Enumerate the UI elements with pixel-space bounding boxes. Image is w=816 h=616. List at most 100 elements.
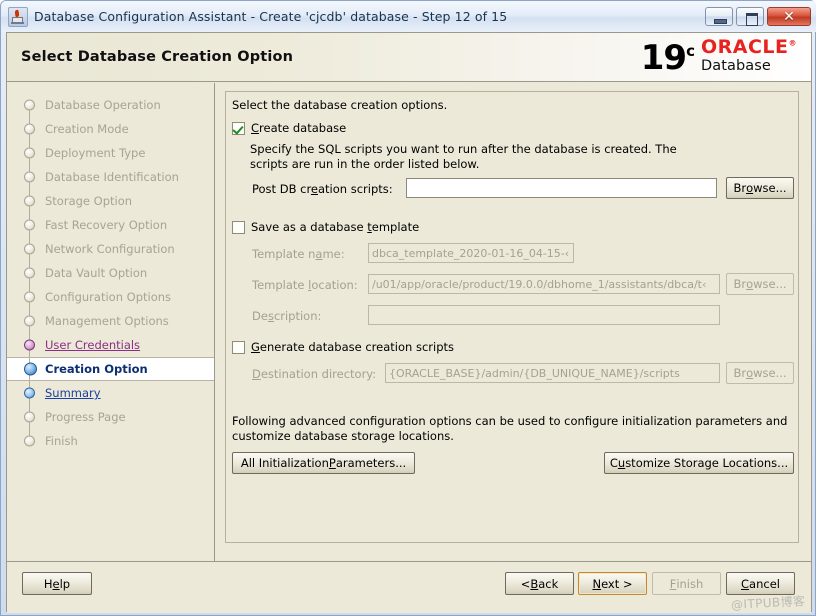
site-watermark: @ITPUB博客	[730, 592, 805, 613]
step-bullet-icon	[24, 292, 35, 303]
sidebar-item-label: Summary	[45, 386, 101, 400]
template-location-label: Template location:	[252, 278, 358, 292]
template-location-input[interactable]: /u01/app/oracle/product/19.0.0/dbhome_1/…	[368, 274, 720, 294]
maximize-button[interactable]	[736, 7, 764, 26]
create-database-checkbox-row[interactable]: Create database	[232, 121, 346, 135]
wizard-body: Database Operation Creation Mode Deploym…	[7, 83, 811, 561]
generate-scripts-checkbox[interactable]	[232, 341, 245, 354]
window-controls: ✕	[702, 7, 811, 26]
sidebar-item-label: Creation Mode	[45, 122, 129, 136]
sidebar-item-creation-option[interactable]: Creation Option	[7, 357, 214, 381]
main-content-panel: Select the database creation options. Cr…	[215, 83, 811, 561]
sidebar-item-label: Configuration Options	[45, 290, 171, 304]
generate-scripts-label: Generate database creation scripts	[251, 340, 454, 354]
sidebar-item-label: Creation Option	[45, 362, 148, 376]
sidebar-item-label: Finish	[45, 434, 78, 448]
destination-directory-label: Destination directory:	[252, 367, 376, 381]
wizard-steps-sidebar: Database Operation Creation Mode Deploym…	[7, 83, 215, 561]
generate-scripts-checkbox-row[interactable]: Generate database creation scripts	[232, 340, 454, 354]
help-button[interactable]: Help	[22, 572, 92, 595]
sidebar-item-label: Data Vault Option	[45, 266, 147, 280]
minimize-button[interactable]	[705, 7, 733, 26]
java-cup-icon	[8, 7, 28, 27]
sidebar-item-user-credentials[interactable]: User Credentials	[24, 333, 214, 357]
step-bullet-icon	[24, 124, 35, 135]
sidebar-item-network-configuration[interactable]: Network Configuration	[24, 237, 214, 261]
sidebar-item-storage-option[interactable]: Storage Option	[24, 189, 214, 213]
application-window: Database Configuration Assistant - Creat…	[0, 0, 816, 616]
sidebar-item-label: Progress Page	[45, 410, 126, 424]
close-icon: ✕	[768, 8, 810, 25]
window-title: Database Configuration Assistant - Creat…	[34, 9, 702, 24]
step-bullet-icon	[24, 172, 35, 183]
sidebar-item-finish[interactable]: Finish	[24, 429, 214, 453]
cancel-button[interactable]: Cancel	[726, 572, 795, 595]
sidebar-item-summary[interactable]: Summary	[24, 381, 214, 405]
step-bullet-icon	[24, 100, 35, 111]
logo-version: 19	[641, 44, 686, 74]
page-title: Select Database Creation Option	[21, 49, 293, 65]
close-button[interactable]: ✕	[767, 7, 811, 26]
template-description-label: Description:	[252, 309, 321, 323]
sidebar-item-label: Fast Recovery Option	[45, 218, 167, 232]
save-template-label: Save as a database template	[251, 220, 419, 234]
registered-mark-icon: ®	[789, 38, 798, 47]
creation-option-form: Select the database creation options. Cr…	[225, 91, 799, 543]
step-bullet-icon	[24, 148, 35, 159]
step-bullet-icon	[24, 244, 35, 255]
title-bar[interactable]: Database Configuration Assistant - Creat…	[1, 1, 816, 32]
page-banner: Select Database Creation Option 19 c ORA…	[7, 33, 811, 82]
save-template-checkbox-row[interactable]: Save as a database template	[232, 220, 419, 234]
logo-oracle-wordmark: ORACLE®	[701, 38, 797, 58]
step-bullet-icon	[24, 316, 35, 327]
all-initialization-parameters-button[interactable]: All Initialization Parameters...	[232, 452, 415, 474]
create-database-label: Create database	[251, 121, 346, 135]
save-template-checkbox[interactable]	[232, 221, 245, 234]
sidebar-item-management-options[interactable]: Management Options	[24, 309, 214, 333]
step-bullet-icon	[24, 388, 35, 399]
customize-storage-locations-button[interactable]: Customize Storage Locations...	[604, 452, 794, 474]
sidebar-item-data-vault-option[interactable]: Data Vault Option	[24, 261, 214, 285]
template-description-input[interactable]	[368, 305, 720, 325]
advanced-options-note: Following advanced configuration options…	[232, 414, 792, 444]
step-bullet-icon	[24, 436, 35, 447]
oracle-database-logo: 19 c ORACLE® Database	[641, 38, 797, 75]
next-button[interactable]: Next >	[578, 572, 647, 595]
sidebar-item-fast-recovery-option[interactable]: Fast Recovery Option	[24, 213, 214, 237]
template-name-input[interactable]: dbca_template_2020-01-16_04-15-‹	[368, 243, 574, 263]
sidebar-item-progress-page[interactable]: Progress Page	[24, 405, 214, 429]
step-bullet-icon	[24, 196, 35, 207]
wizard-client-area: Select Database Creation Option 19 c ORA…	[6, 32, 812, 612]
sidebar-item-configuration-options[interactable]: Configuration Options	[24, 285, 214, 309]
post-db-creation-scripts-input[interactable]	[406, 178, 717, 198]
intro-text: Select the database creation options.	[232, 98, 447, 112]
finish-button: Finish	[652, 572, 721, 595]
template-name-label: Template name:	[252, 247, 345, 261]
sidebar-item-database-operation[interactable]: Database Operation	[24, 93, 214, 117]
sidebar-item-label: Database Operation	[45, 98, 161, 112]
destination-directory-input[interactable]: {ORACLE_BASE}/admin/{DB_UNIQUE_NAME}/scr…	[385, 363, 720, 383]
sidebar-item-label: Database Identification	[45, 170, 179, 184]
sidebar-item-label: Deployment Type	[45, 146, 145, 160]
create-database-checkbox[interactable]	[232, 122, 245, 135]
sidebar-item-creation-mode[interactable]: Creation Mode	[24, 117, 214, 141]
step-bullet-icon	[24, 340, 35, 351]
sidebar-item-deployment-type[interactable]: Deployment Type	[24, 141, 214, 165]
back-button[interactable]: < Back	[505, 572, 574, 595]
browse-destination-button[interactable]: Browse...	[726, 362, 794, 384]
browse-template-location-button[interactable]: Browse...	[726, 273, 794, 295]
sidebar-item-database-identification[interactable]: Database Identification	[24, 165, 214, 189]
create-database-description: Specify the SQL scripts you want to run …	[250, 142, 700, 172]
step-bullet-icon	[24, 268, 35, 279]
logo-version-suffix: c	[686, 44, 695, 59]
logo-product-text: Database	[701, 58, 797, 75]
sidebar-item-label: User Credentials	[45, 338, 140, 352]
browse-post-scripts-button[interactable]: Browse...	[726, 177, 794, 199]
step-bullet-icon	[24, 363, 37, 376]
wizard-step-list: Database Operation Creation Mode Deploym…	[24, 93, 214, 453]
sidebar-item-label: Management Options	[45, 314, 169, 328]
post-db-creation-scripts-label: Post DB creation scripts:	[252, 182, 393, 196]
step-bullet-icon	[24, 220, 35, 231]
sidebar-item-label: Storage Option	[45, 194, 132, 208]
step-bullet-icon	[24, 412, 35, 423]
